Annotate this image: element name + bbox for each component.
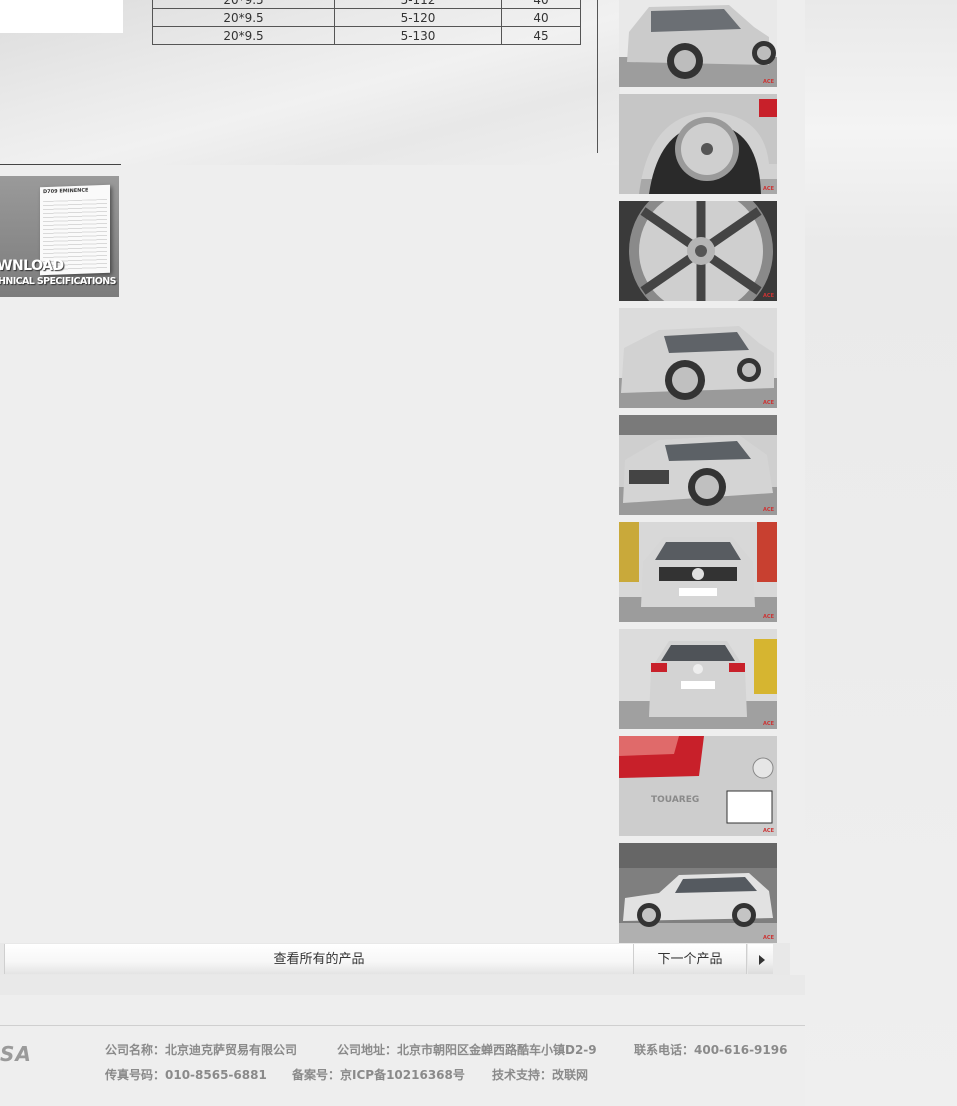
chevron-right-icon [759,955,765,965]
table-cell-offset: 40 [501,0,581,9]
thumbnail-car-side[interactable]: ACE [619,843,777,943]
table-cell-pcd: 5-112 [334,0,502,9]
thumbnail-car-front-quarter[interactable]: ACE [619,415,777,515]
content-separator [597,0,598,153]
table-row: 20*9.55-11240 [152,0,581,9]
right-background [805,0,957,1106]
thumbnail-taillight-badge[interactable]: TOUAREG ACE [619,736,777,836]
table-row: 20*9.5 5-120 40 [152,8,581,27]
next-arrow-button[interactable] [748,944,773,974]
footer-fax: 传真号码：010-8565-6881 [105,1068,267,1082]
footer-phone: 联系电话：400-616-9196 [634,1043,788,1057]
table-row: 20*9.5 5-130 45 [152,26,581,45]
left-panel-strip [0,0,123,33]
thumbnail-wheel-rim[interactable]: ACE [619,201,777,301]
left-panel-divider [0,164,121,165]
thumbnail-wheel-arch[interactable]: ACE [619,94,777,194]
technical-specifications-label: HNICAL SPECIFICATIONS [0,276,116,287]
footer-tech-support[interactable]: 技术支持：改联网 [492,1066,588,1083]
footer-top-band [0,975,805,995]
svg-text:TOUAREG: TOUAREG [651,795,699,805]
table-cell-size: 20*9.5 [152,26,335,45]
specs-table: 20*9.55-1124020*9.55-1204020*9.55-13045 [152,0,581,45]
table-cell-size: 20*9.5 [152,0,335,9]
table-cell-offset: 45 [501,26,581,45]
footer: SA 公司名称：北京迪克萨贸易有限公司 公司地址：北京市朝阳区金蝉西路酷车小镇D… [0,995,805,1106]
table-cell-pcd: 5-130 [334,26,502,45]
thumbnail-car-rear[interactable]: ACE [619,629,777,729]
table-cell-offset: 40 [501,8,581,27]
footer-company-address: 公司地址：北京市朝阳区金蝉西路酷车小镇D2-9 [337,1043,597,1057]
footer-divider [0,1025,805,1026]
product-navigation-bar: 查看所有的产品 下一个产品 [0,943,790,975]
next-product-button[interactable]: 下一个产品 [634,944,747,974]
table-cell-pcd: 5-120 [334,8,502,27]
download-label: WNLOAD [0,258,64,274]
thumbnail-car-front[interactable]: ACE [619,522,777,622]
footer-logo: SA [0,1042,32,1066]
thumbnail-car-rear-side[interactable]: ACE [619,0,777,87]
view-all-products-button[interactable]: 查看所有的产品 [4,944,634,974]
footer-company-name: 公司名称：北京迪克萨贸易有限公司 [105,1043,298,1057]
table-cell-size: 20*9.5 [152,8,335,27]
download-specifications-banner[interactable]: D709 EMINENCE WNLOAD HNICAL SPECIFICATIO… [0,176,119,297]
thumbnail-car-front-side[interactable]: ACE [619,308,777,408]
spec-sheet-title: D709 EMINENCE [43,187,89,196]
footer-icp[interactable]: 备案号：京ICP备10216368号 [292,1066,465,1083]
